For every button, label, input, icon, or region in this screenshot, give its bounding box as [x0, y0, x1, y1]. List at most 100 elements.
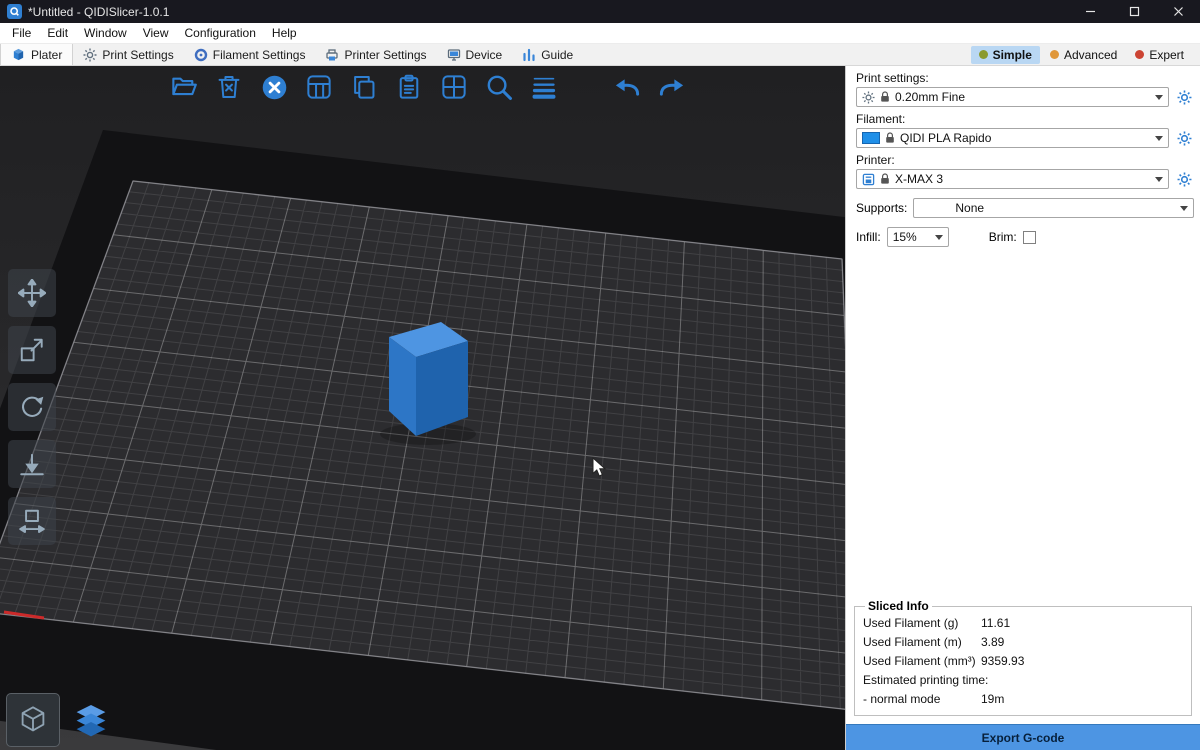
sliced-info-row: Used Filament (g) 11.61: [863, 614, 1183, 633]
scale-button[interactable]: [8, 326, 56, 374]
plater-icon: [11, 48, 26, 62]
editor-view-button[interactable]: [6, 693, 60, 747]
copy-icon: [351, 74, 377, 100]
editor-view-icon: [18, 705, 48, 735]
tab-printer-settings[interactable]: Printer Settings: [315, 44, 436, 65]
measure-button[interactable]: [8, 497, 56, 545]
lock-icon: [885, 132, 895, 144]
chevron-down-icon: [1180, 206, 1188, 215]
preview-view-button[interactable]: [64, 693, 118, 747]
sliced-info-row: Used Filament (m) 3.89: [863, 633, 1183, 652]
undo-icon: [613, 74, 641, 100]
supports-select[interactable]: None: [913, 198, 1194, 218]
tab-guide[interactable]: Guide: [512, 44, 583, 65]
chevron-down-icon: [935, 235, 943, 244]
printer-profile-value: X-MAX 3: [895, 172, 943, 186]
arrange-icon: [306, 74, 332, 100]
print-settings-label: Print settings:: [856, 71, 1190, 85]
close-button[interactable]: [1156, 0, 1200, 23]
flatten-button[interactable]: [8, 440, 56, 488]
brim-label: Brim:: [989, 230, 1017, 244]
title-bar: *Untitled - QIDISlicer-1.0.1: [0, 0, 1200, 23]
infill-value: 15%: [893, 230, 917, 244]
menu-file[interactable]: File: [4, 23, 39, 43]
tab-print-settings[interactable]: Print Settings: [73, 44, 183, 65]
redo-button[interactable]: [656, 71, 688, 103]
view-switcher: [6, 693, 118, 747]
supports-value: None: [955, 201, 984, 215]
menu-window[interactable]: Window: [76, 23, 135, 43]
export-gcode-button[interactable]: Export G-code: [846, 724, 1200, 750]
chevron-down-icon: [1155, 177, 1163, 186]
monitor-icon: [447, 48, 461, 62]
filament-gear-button[interactable]: [1174, 128, 1194, 148]
printer-select[interactable]: X-MAX 3: [856, 169, 1169, 189]
sliced-info-panel: Sliced Info Used Filament (g) 11.61 Used…: [854, 599, 1192, 716]
print-settings-select[interactable]: 0.20mm Fine: [856, 87, 1169, 107]
variable-layer-height-button[interactable]: [528, 71, 560, 103]
gizmo-toolbar: [8, 269, 56, 545]
move-button[interactable]: [8, 269, 56, 317]
mode-simple[interactable]: Simple: [971, 46, 1040, 64]
infill-label: Infill:: [856, 230, 881, 244]
preview-view-icon: [74, 703, 108, 737]
scene-canvas[interactable]: [0, 66, 845, 750]
menu-help[interactable]: Help: [264, 23, 305, 43]
expert-mode-dot-icon: [1135, 50, 1144, 59]
gear-icon: [83, 48, 97, 62]
paste-button[interactable]: [393, 71, 425, 103]
rotate-icon: [18, 393, 46, 421]
menu-configuration[interactable]: Configuration: [177, 23, 264, 43]
filament-select[interactable]: QIDI PLA Rapido: [856, 128, 1169, 148]
delete-all-icon: [261, 74, 288, 101]
delete-button[interactable]: [213, 71, 245, 103]
delete-icon: [216, 74, 242, 100]
printer-gear-button[interactable]: [1174, 169, 1194, 189]
tab-plater[interactable]: Plater: [0, 44, 73, 65]
lock-icon: [880, 173, 890, 185]
print-settings-gear-button[interactable]: [1174, 87, 1194, 107]
menu-edit[interactable]: Edit: [39, 23, 76, 43]
gear-icon: [1177, 90, 1192, 105]
mode-advanced[interactable]: Advanced: [1042, 46, 1125, 64]
open-file-button[interactable]: [168, 71, 200, 103]
minimize-button[interactable]: [1068, 0, 1112, 23]
filament-spool-icon: [194, 48, 208, 62]
tab-bar: Plater Print Settings Filament Settings …: [0, 44, 1200, 66]
undo-button[interactable]: [611, 71, 643, 103]
plater-toolbar: [168, 71, 688, 103]
copy-button[interactable]: [348, 71, 380, 103]
sliced-info-row: Estimated printing time:: [863, 671, 1183, 690]
gear-icon: [862, 91, 875, 104]
tab-device[interactable]: Device: [437, 44, 513, 65]
delete-all-button[interactable]: [258, 71, 290, 103]
redo-icon: [658, 74, 686, 100]
tab-filament-settings[interactable]: Filament Settings: [184, 44, 316, 65]
menu-view[interactable]: View: [135, 23, 177, 43]
model-cube[interactable]: [389, 322, 468, 436]
sliced-info-row: - normal mode 19m: [863, 690, 1183, 709]
infill-select[interactable]: 15%: [887, 227, 949, 247]
printer-label: Printer:: [856, 153, 1190, 167]
rotate-button[interactable]: [8, 383, 56, 431]
chevron-down-icon: [1155, 136, 1163, 145]
sliced-info-row: Used Filament (mm³) 9359.93: [863, 652, 1183, 671]
search-icon: [485, 73, 513, 101]
arrange-button[interactable]: [303, 71, 335, 103]
settings-panel: Print settings: 0.20mm Fine Filament: QI…: [845, 66, 1200, 750]
advanced-mode-dot-icon: [1050, 50, 1059, 59]
filament-profile-value: QIDI PLA Rapido: [900, 131, 991, 145]
filament-label: Filament:: [856, 112, 1190, 126]
layers-icon: [531, 74, 557, 100]
app-logo-icon: [7, 4, 22, 19]
split-button[interactable]: [438, 71, 470, 103]
gear-icon: [1177, 172, 1192, 187]
measure-icon: [18, 507, 46, 535]
viewport-3d[interactable]: [0, 66, 845, 750]
search-button[interactable]: [483, 71, 515, 103]
brim-checkbox[interactable]: [1023, 231, 1036, 244]
maximize-button[interactable]: [1112, 0, 1156, 23]
split-icon: [441, 74, 467, 100]
mode-expert[interactable]: Expert: [1127, 46, 1192, 64]
paste-icon: [396, 74, 422, 100]
